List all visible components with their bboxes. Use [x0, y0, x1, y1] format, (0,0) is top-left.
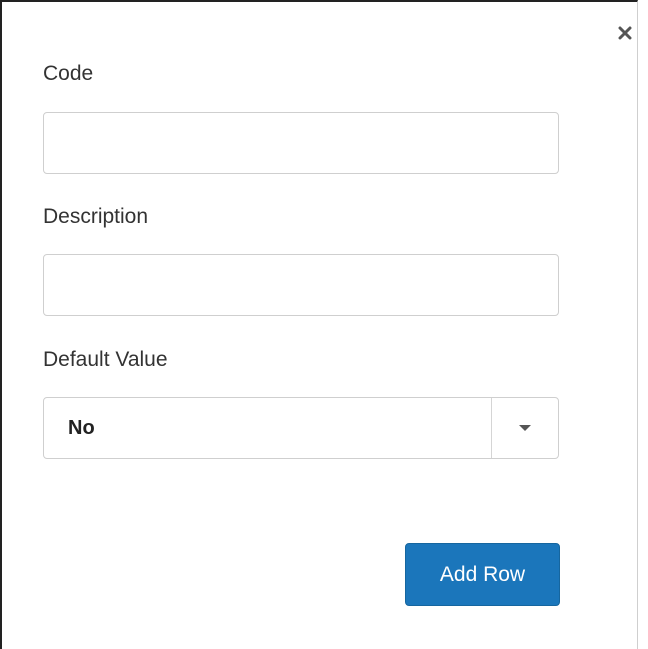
- caret-down-icon: [519, 425, 531, 431]
- code-input[interactable]: [43, 112, 559, 174]
- description-label: Description: [43, 205, 149, 228]
- close-button[interactable]: [612, 20, 638, 46]
- dropdown-toggle[interactable]: [492, 398, 558, 458]
- default-value-label: Default Value: [43, 348, 168, 371]
- code-label: Code: [43, 62, 94, 85]
- default-value-select[interactable]: No: [43, 397, 559, 459]
- description-input[interactable]: [43, 254, 559, 316]
- add-row-button[interactable]: Add Row: [405, 543, 560, 606]
- close-icon: [618, 26, 632, 40]
- default-value-selected: No: [68, 417, 95, 439]
- add-row-dialog: Code Description Default Value No Add Ro…: [0, 0, 638, 649]
